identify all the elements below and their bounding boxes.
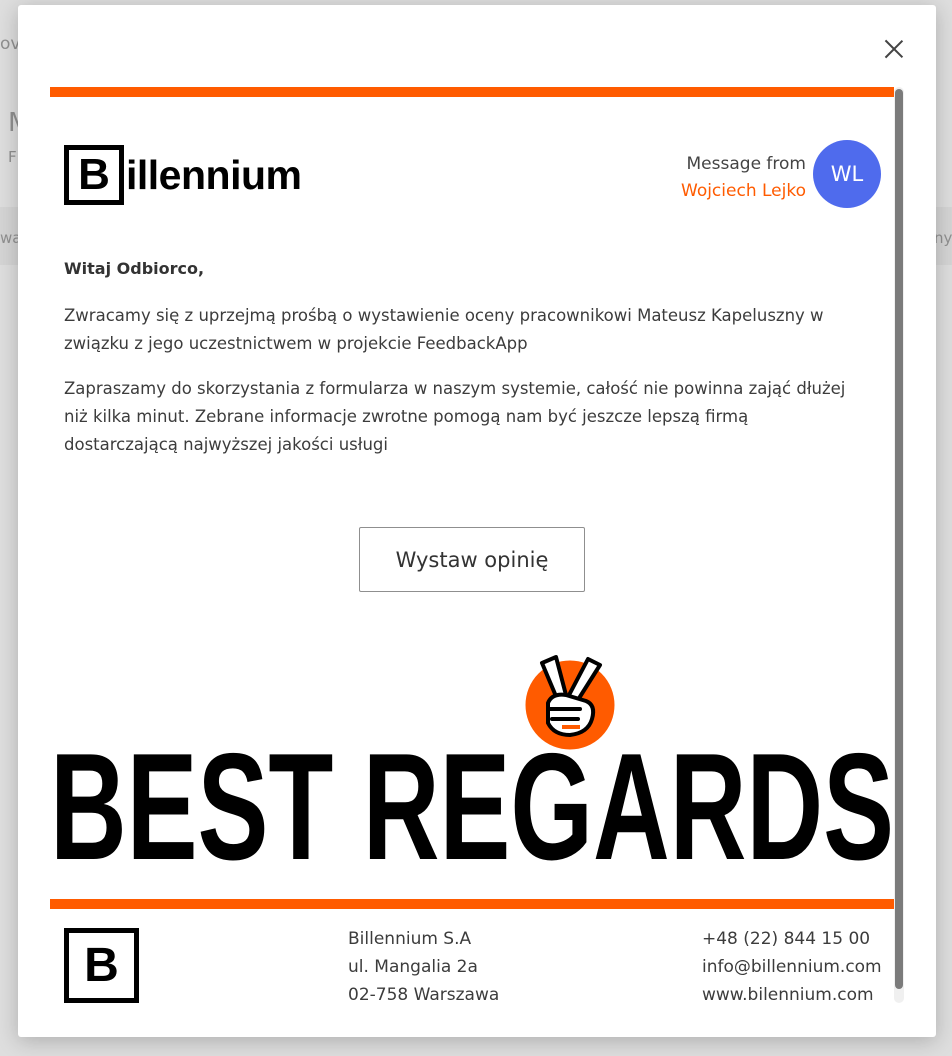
peace-hand-icon: [522, 655, 618, 753]
footer-street: ul. Mangalia 2a: [348, 957, 478, 977]
give-feedback-button[interactable]: Wystaw opinię: [359, 527, 585, 592]
top-accent-bar: [50, 87, 894, 97]
billennium-logo: B illennium: [64, 145, 302, 205]
scrollbar-thumb[interactable]: [895, 89, 903, 989]
message-from-label: Message from: [686, 154, 806, 174]
footer-email[interactable]: info@billennium.com: [702, 953, 882, 981]
message-modal: B illennium Message from Wojciech Lejko …: [18, 5, 936, 1037]
logo-box: B: [64, 145, 124, 205]
email-content: B illennium Message from Wojciech Lejko …: [50, 87, 894, 1027]
bottom-accent-bar: [50, 899, 894, 909]
greeting: Witaj Odbiorco,: [64, 259, 205, 278]
logo-text: illennium: [126, 151, 302, 198]
footer-contact: +48 (22) 844 15 00 info@billennium.com w…: [702, 925, 882, 1009]
best-regards-banner: BEST REGARDS: [50, 655, 894, 877]
body-paragraph-2: Zapraszamy do skorzystania z formularza …: [64, 379, 846, 454]
sender-name[interactable]: Wojciech Lejko: [681, 178, 806, 205]
footer-website[interactable]: www.bilennium.com: [702, 981, 882, 1009]
footer-city: 02-758 Warszawa: [348, 985, 500, 1005]
footer-logo: B: [64, 928, 139, 1003]
close-icon[interactable]: [880, 35, 908, 63]
footer-phone: +48 (22) 844 15 00: [702, 929, 871, 949]
footer-company: Billennium S.A: [348, 929, 472, 949]
message-from: Message from Wojciech Lejko: [681, 151, 806, 205]
body-paragraph-1: Zwracamy się z uprzejmą prośbą o wystawi…: [64, 306, 824, 353]
banner-text: BEST REGARDS: [50, 722, 894, 877]
avatar[interactable]: WL: [813, 140, 881, 208]
footer-address: Billennium S.A ul. Mangalia 2a 02-758 Wa…: [348, 925, 499, 1009]
